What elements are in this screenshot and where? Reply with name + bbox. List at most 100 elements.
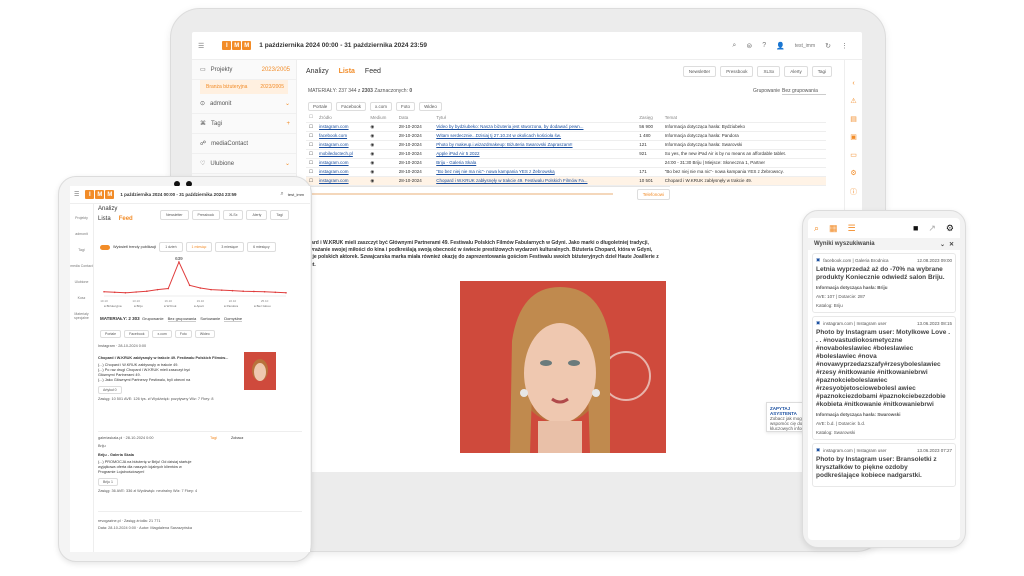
table-row[interactable]: ☐ instagram.com ◉ 28-10-2024 Video by bydziu… [306,122,826,132]
alerts-button[interactable]: Alerty [246,210,268,220]
result-card[interactable]: ▣ instagram.com | Instagram user 13.06.202… [812,316,956,440]
data-point[interactable] [113,291,116,294]
data-point[interactable] [285,292,287,294]
sidebar-item-tags[interactable]: ⌘ Tagi + [192,114,296,134]
data-point[interactable] [188,284,191,287]
row-title[interactable]: Photo by makeup.i.wizazdmakeup: Biżuteri… [433,140,637,150]
col-date[interactable]: Data [395,113,434,123]
row-title[interactable]: "Bo bez niej nie ma nic"- nowa kampania … [433,167,637,177]
tags-button[interactable]: Tagi [270,210,289,220]
table-row[interactable]: ☐ instagram.com ◉ 28-10-2024 Photo by makeup… [306,140,826,150]
collapse-icon[interactable]: ‹ [852,80,854,87]
chip-portale[interactable]: Portale [100,330,122,338]
data-point[interactable] [231,289,234,292]
monitor-icon[interactable]: ▭ [850,151,857,159]
row-title[interactable]: Video by bydziubeko: Nasza biżuteria jes… [433,122,637,132]
legend-entry[interactable]: ● Apart [194,304,204,308]
menu-icon[interactable]: ☰ [198,42,204,50]
tab-analizy[interactable]: Analizy [98,206,117,212]
sidebar-item-projects[interactable]: ▭ Projekty 2023/2005 [192,60,296,80]
sidebar-item-favourites[interactable]: ♡ Ulubione ⌄ [192,154,296,174]
card-title[interactable]: Briju - Galeria Skala [98,453,302,457]
select-all-checkbox[interactable]: ☐ [309,114,313,119]
tab-analizy[interactable]: Analizy [306,68,329,75]
chip-foto[interactable]: Foto [174,330,192,338]
pressbook-button[interactable]: Pressbook [191,210,221,220]
card-tag[interactable]: Briju 1 [98,478,118,486]
row-source[interactable]: instagram.com [316,176,368,186]
doc-icon[interactable]: ▣ [850,133,857,141]
row-source[interactable]: instagram.com [316,140,368,150]
table-row[interactable]: ☐ facebook.com ◉ 28-10-2024 Witam serdecznie… [306,131,826,141]
tab-lista[interactable]: Lista [98,216,111,222]
range-6m[interactable]: 6 miesięcy [247,242,276,252]
row-checkbox[interactable]: ☐ [309,160,313,165]
feed-card[interactable]: Instagram · 28-10-2024 0:00 Chopard i W.… [98,344,302,432]
help-icon[interactable]: ? [762,42,766,49]
trend-toggle[interactable] [100,244,110,250]
chip-xcom[interactable]: x.com [370,102,393,111]
data-point[interactable] [220,289,223,291]
folder-icon[interactable]: ■ [913,223,918,233]
table-row[interactable]: ☐ mobiledoctech.pl ◉ 28-10-2024 Apple iPad A… [306,149,826,159]
gear-icon[interactable]: ⚙ [946,223,954,234]
row-checkbox[interactable]: ☐ [309,124,313,129]
user-name[interactable]: test_imm [795,43,815,49]
search-icon[interactable]: ⌕ [280,191,283,198]
row-source[interactable]: instagram.com [316,158,368,168]
row-checkbox[interactable]: ☐ [309,169,313,174]
col-medium[interactable]: Medium [367,113,396,123]
result-card[interactable]: ▣ instagram.com | Instagram user 13.06.202… [812,443,956,487]
row-checkbox[interactable]: ☐ [309,178,313,183]
sidebar-item[interactable]: Projekty [70,216,93,220]
sidebar-item[interactable]: Kosz [70,296,93,300]
legend-entry[interactable]: ● Biżuteryjna [104,304,122,308]
pressbook-button[interactable]: Pressbook [720,66,754,77]
list-icon[interactable]: ☰ [848,223,856,234]
row-source[interactable]: instagram.com [316,122,368,132]
col-topic[interactable]: Temat [661,113,826,123]
group-select[interactable]: Bez grupowania [782,88,826,95]
result-card[interactable]: ▣ facebook.com | Galeria Brodnica 12.08.20… [812,253,956,313]
table-row[interactable]: ☐ instagram.com ◉ 28-10-2024 "Bo bez niej ni… [306,167,826,177]
legend-entry[interactable]: ● Briju [134,304,143,308]
chip-facebook[interactable]: Facebook [336,102,367,111]
more-icon[interactable]: ⋮ [841,42,848,50]
chip-foto[interactable]: Foto [396,102,416,111]
data-point[interactable] [103,290,105,293]
row-source[interactable]: facebook.com [316,131,368,141]
menu-icon[interactable]: ☰ [74,191,79,198]
xlsx-button[interactable]: XLSx [223,210,244,220]
card-title[interactable]: Chopard i W.KRUK zabłysnęły w trakcie 49… [98,356,238,360]
group-select[interactable]: Bez grupowania [167,316,197,322]
sidebar-item-media[interactable]: ☍ mediaContact [192,134,296,154]
chip-wideo[interactable]: Wideo [419,102,442,111]
table-row[interactable]: ☐ instagram.com ◉ 28-10-2024 Chopard i W.KRU… [306,176,826,186]
user-name[interactable]: test_imm [288,192,304,197]
range-1m[interactable]: 1 miesiąc [185,242,213,252]
row-checkbox[interactable]: ☐ [309,133,313,138]
data-point[interactable] [210,288,212,291]
sort-select[interactable]: Domyślne [224,316,243,322]
chevron-down-icon[interactable]: ⌄ [940,241,945,248]
row-checkbox[interactable]: ☐ [309,142,313,147]
row-source[interactable]: mobiledoctech.pl [316,149,368,159]
chip-xcom[interactable]: x.com [152,330,172,338]
legend-entry[interactable]: ● Pandora [224,304,238,308]
newsletter-button[interactable]: Newsletter [682,66,717,77]
sidebar-item[interactable]: Tagi [70,248,93,252]
tab-lista[interactable]: Lista [339,68,355,75]
xlsx-button[interactable]: XLSx [757,66,781,77]
sidebar-subitem[interactable]: Branża biżuteryjna 2023/2005 [200,80,288,94]
chip-wideo[interactable]: Wideo [194,330,215,338]
data-point[interactable] [242,290,244,293]
data-point[interactable] [199,287,202,289]
sidebar-item[interactable]: Ulubione [70,280,93,284]
calendar-icon[interactable]: ▦ [829,223,838,234]
data-point[interactable] [156,288,159,291]
row-title[interactable]: Chopard i W.KRUK zabłysnęły w trakcie 49… [433,176,637,186]
chart-icon[interactable]: ↗ [928,223,936,234]
phone-button[interactable]: Telefonowi [636,188,670,200]
currency-icon[interactable]: ⊜ [746,42,752,50]
refresh-icon[interactable]: ↻ [825,42,831,50]
